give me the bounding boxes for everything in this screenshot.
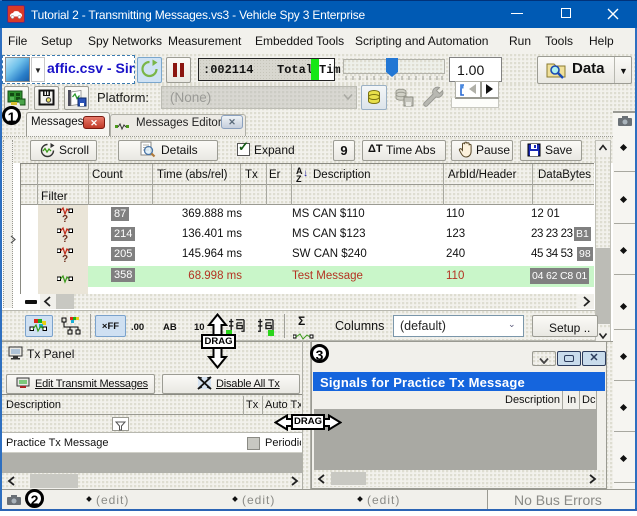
svg-text:?: ? (62, 254, 68, 263)
svg-text:?: ? (62, 234, 68, 243)
svg-text:?: ? (62, 214, 68, 223)
